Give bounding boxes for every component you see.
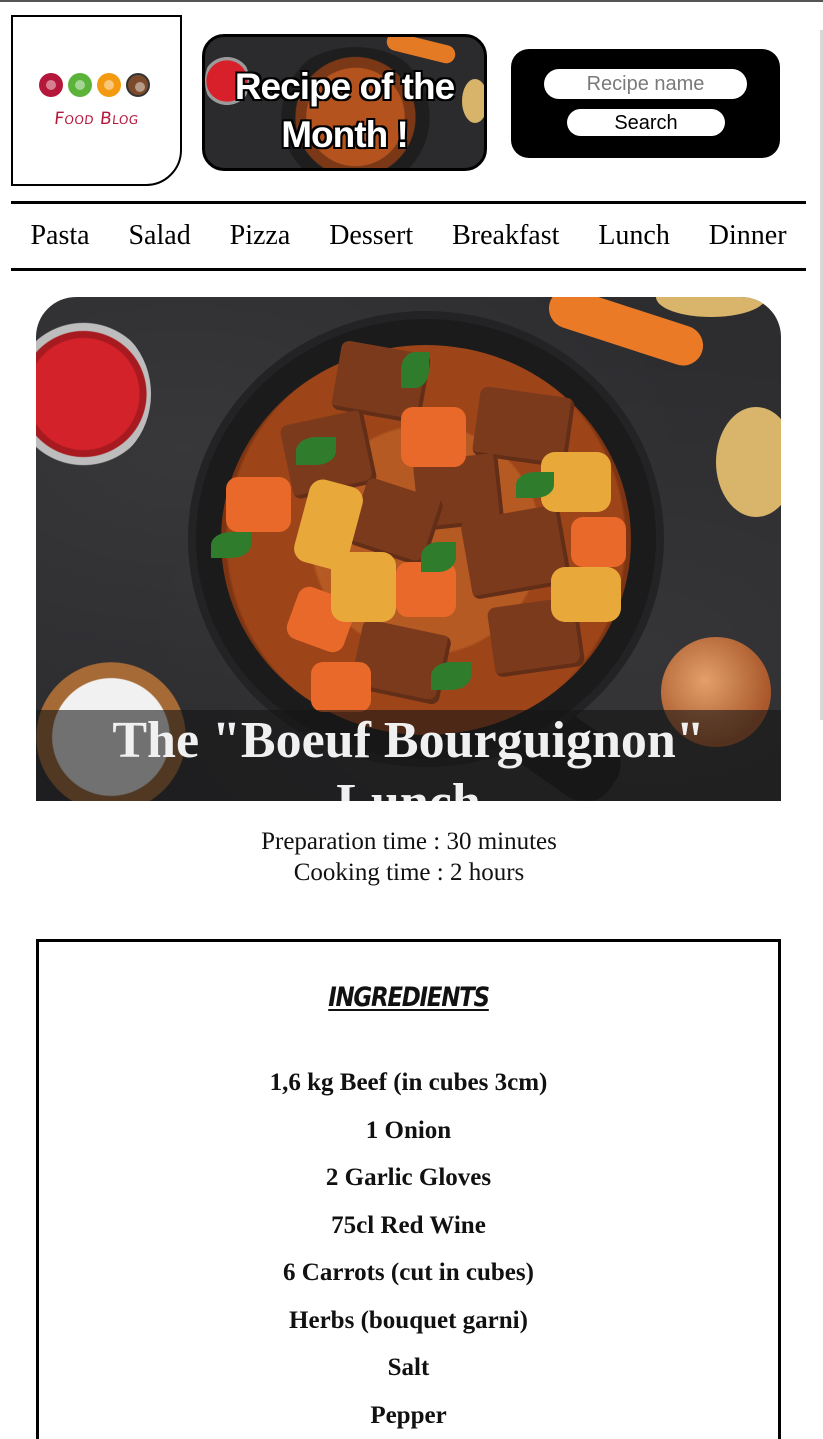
list-item: 2 Garlic Gloves [39, 1154, 778, 1202]
ingredients-heading: INGREDIENTS [94, 982, 722, 1013]
nav-item-breakfast[interactable]: Breakfast [452, 220, 559, 252]
search-panel: Search [511, 49, 780, 158]
list-item: 1 Onion [39, 1107, 778, 1155]
list-item: 1,6 kg Beef (in cubes 3cm) [39, 1059, 778, 1107]
cupcake-icon [126, 73, 150, 97]
hero-caption: The "Boeuf Bourguignon" Lunch [36, 710, 781, 801]
list-item: 6 Carrots (cut in cubes) [39, 1249, 778, 1297]
nav-item-lunch[interactable]: Lunch [598, 220, 670, 252]
recipe-of-the-month-title: Recipe of the Month ! [205, 63, 484, 159]
recipe-times: Preparation time : 30 minutes Cooking ti… [0, 826, 818, 888]
recipe-of-the-month-banner[interactable]: Recipe of the Month ! [202, 34, 487, 171]
search-button[interactable]: Search [567, 109, 725, 136]
ingredients-panel: INGREDIENTS 1,6 kg Beef (in cubes 3cm) 1… [36, 939, 781, 1439]
orange-icon [97, 73, 121, 97]
nav-bottom-divider [11, 268, 806, 271]
list-item: Herbs (bouquet garni) [39, 1297, 778, 1345]
preparation-time: Preparation time : 30 minutes [0, 826, 818, 857]
site-logo[interactable]: Food Blog [11, 15, 182, 186]
nav-item-dessert[interactable]: Dessert [329, 220, 413, 252]
window-top-border [0, 0, 823, 2]
logo-text: Food Blog [12, 109, 181, 129]
search-input[interactable] [544, 69, 747, 99]
recipe-title: The "Boeuf Bourguignon" Lunch [36, 710, 781, 801]
nav-item-salad[interactable]: Salad [128, 220, 190, 252]
list-item: Salt [39, 1344, 778, 1392]
recipe-hero-image: The "Boeuf Bourguignon" Lunch [36, 297, 781, 801]
cooking-time: Cooking time : 2 hours [0, 857, 818, 888]
pepper-icon [39, 73, 63, 97]
broccoli-icon [68, 73, 92, 97]
list-item: 75cl Red Wine [39, 1202, 778, 1250]
nav-item-pizza[interactable]: Pizza [230, 220, 291, 252]
category-nav: Pasta Salad Pizza Dessert Breakfast Lunc… [11, 204, 806, 268]
nav-item-dinner[interactable]: Dinner [709, 220, 787, 252]
nav-item-pasta[interactable]: Pasta [30, 220, 89, 252]
logo-icons [39, 73, 150, 97]
ingredients-list: 1,6 kg Beef (in cubes 3cm) 1 Onion 2 Gar… [39, 1059, 778, 1439]
